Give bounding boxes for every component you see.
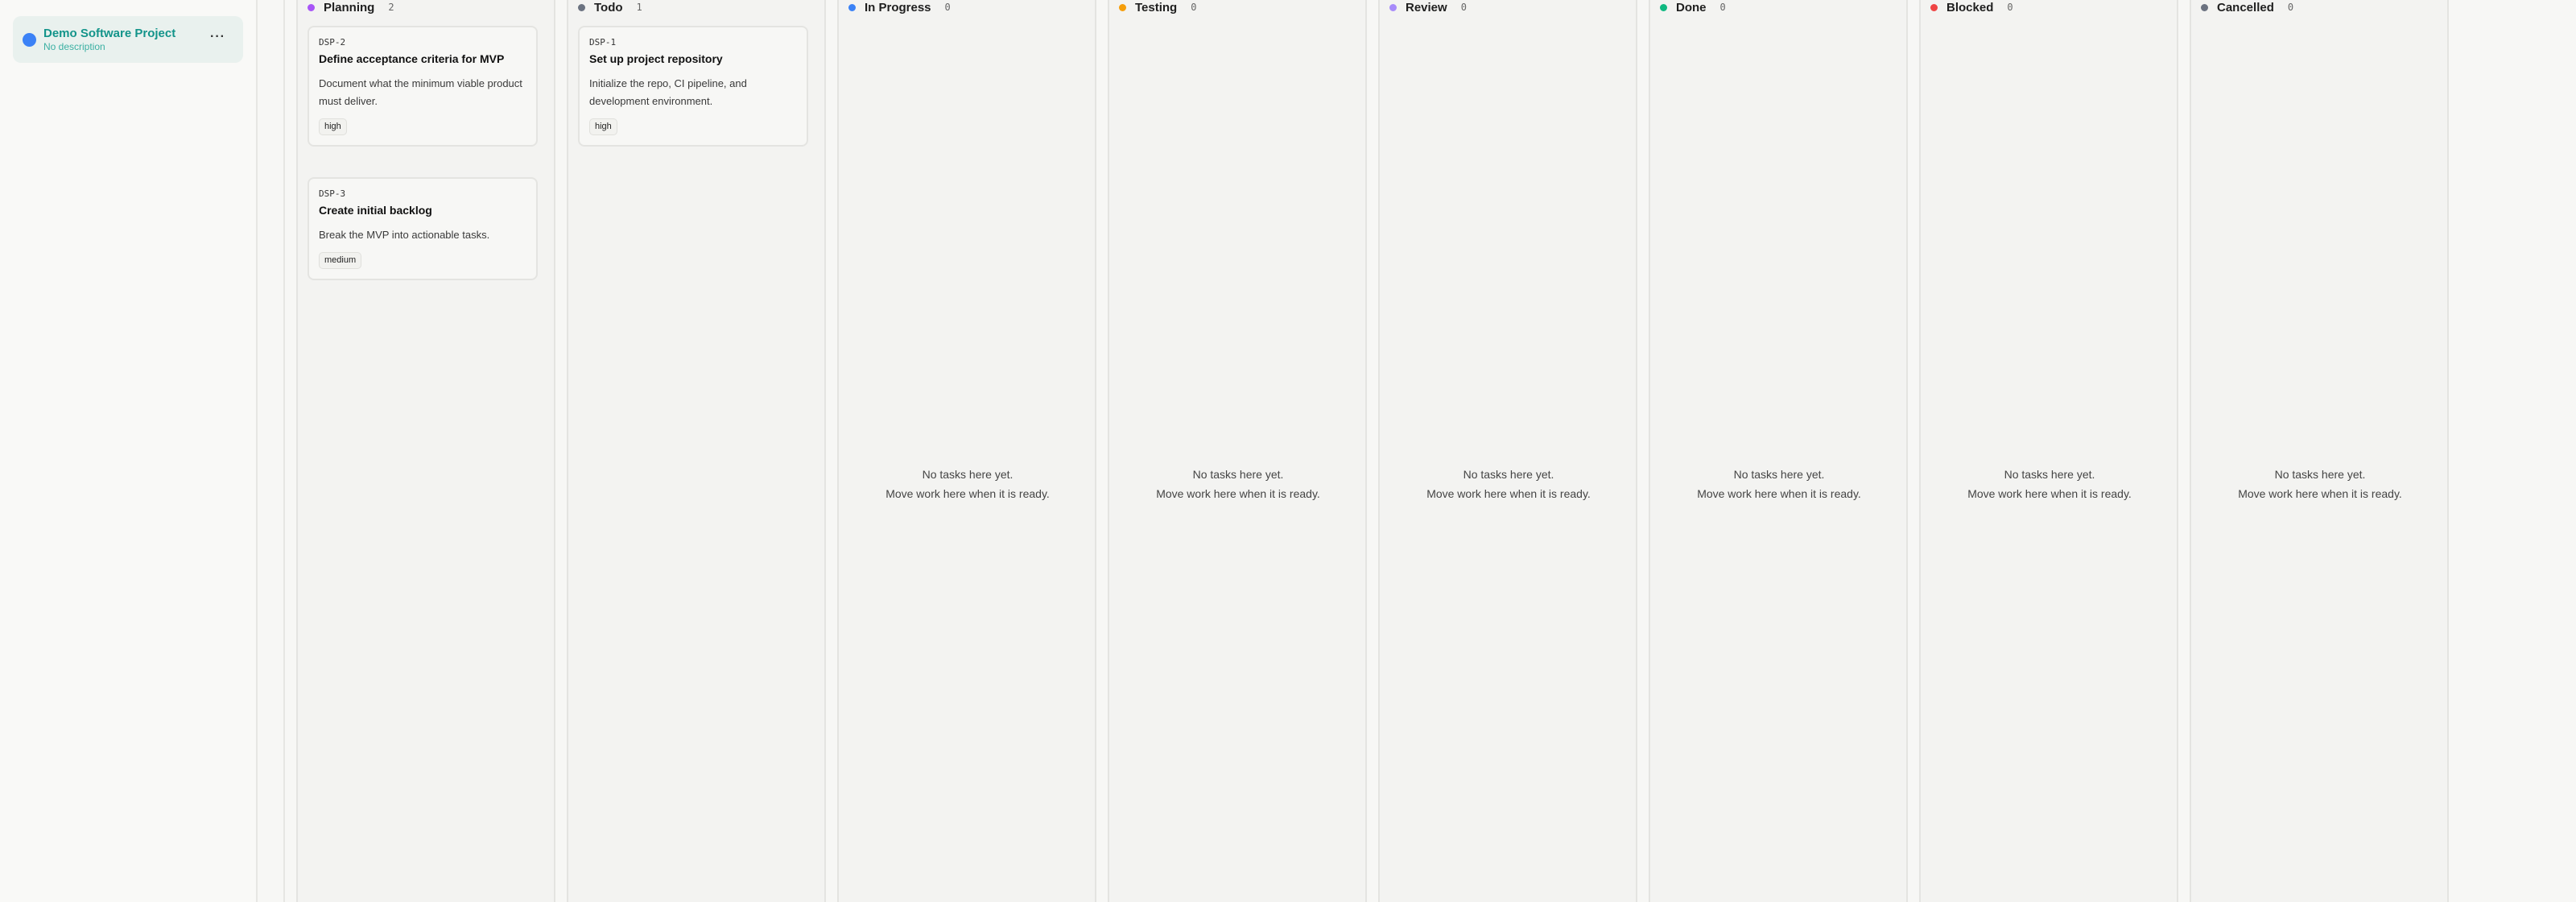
empty-state: No tasks here yet. Move work here when it…	[1921, 465, 2178, 503]
empty-state-line: No tasks here yet.	[1733, 468, 1825, 481]
task-description: Initialize the repo, CI pipeline, and de…	[589, 77, 747, 107]
priority-badge: high	[589, 118, 617, 135]
empty-state-line: No tasks here yet.	[2004, 468, 2095, 481]
empty-state: No tasks here yet. Move work here when it…	[1650, 465, 1908, 503]
task-description: Document what the minimum viable product…	[319, 77, 522, 107]
column-title: Done	[1676, 0, 1707, 14]
status-dot-icon	[848, 3, 856, 11]
column-count: 0	[2287, 2, 2294, 13]
task-title: Create initial backlog	[319, 204, 432, 217]
column-count: 0	[2007, 2, 2013, 13]
status-dot-icon	[2201, 3, 2208, 11]
column-title: Planning	[324, 0, 375, 14]
status-dot-icon	[1660, 3, 1667, 11]
empty-state-hint: Move work here when it is ready.	[2238, 487, 2402, 500]
column-count: 0	[944, 2, 951, 13]
column-count: 1	[636, 2, 642, 13]
column-header: Todo 1	[578, 0, 642, 14]
empty-state-hint: Move work here when it is ready.	[1967, 487, 2132, 500]
task-title: Define acceptance criteria for MVP	[319, 52, 505, 65]
column-title: Review	[1406, 0, 1447, 14]
task-key: DSP-1	[589, 37, 617, 48]
task-title: Set up project repository	[589, 52, 723, 65]
empty-state-hint: Move work here when it is ready.	[886, 487, 1050, 500]
kanban-board: Planning 2 DSP-2 Define acceptance criteria…	[0, 0, 2576, 902]
empty-state-line: No tasks here yet.	[1463, 468, 1554, 481]
empty-state-line: No tasks here yet.	[1192, 468, 1284, 481]
task-key: DSP-2	[319, 37, 346, 48]
task-key: DSP-3	[319, 188, 346, 199]
column-header: Cancelled 0	[2201, 0, 2293, 14]
status-dot-icon	[578, 3, 585, 11]
status-dot-icon	[1930, 3, 1938, 11]
column-title: Blocked	[1946, 0, 1994, 14]
column-planning[interactable]: Planning 2 DSP-2 Define acceptance criteria…	[285, 0, 555, 902]
task-card[interactable]: DSP-1 Set up project repository Initialize…	[578, 26, 808, 147]
column-header: Review 0	[1389, 0, 1467, 14]
column-title: Todo	[594, 0, 623, 14]
empty-state-hint: Move work here when it is ready.	[1156, 487, 1320, 500]
empty-state: No tasks here yet. Move work here when it…	[1380, 465, 1637, 503]
status-dot-icon	[308, 3, 315, 11]
app: Demo Software Project No description ···…	[0, 0, 2576, 902]
status-dot-icon	[1389, 3, 1397, 11]
column-cancelled[interactable]: Cancelled 0 No tasks here yet. Move work he…	[2178, 0, 2449, 902]
column-header: Planning 2	[308, 0, 394, 14]
column-done[interactable]: Done 0 No tasks here yet. Move work here wh…	[1637, 0, 1908, 902]
column-title: In Progress	[865, 0, 931, 14]
column-count: 2	[388, 2, 394, 13]
column-header: Blocked 0	[1930, 0, 2013, 14]
task-description: Break the MVP into actionable tasks.	[319, 229, 490, 241]
empty-state: No tasks here yet. Move work here when it…	[1109, 465, 1367, 503]
empty-state-hint: Move work here when it is ready.	[1697, 487, 1861, 500]
column-header: Done 0	[1660, 0, 1726, 14]
column-testing[interactable]: Testing 0 No tasks here yet. Move work here…	[1096, 0, 1367, 902]
column-blocked[interactable]: Blocked 0 No tasks here yet. Move work here…	[1908, 0, 2178, 902]
column-header: In Progress 0	[848, 0, 951, 14]
column-header: Testing 0	[1119, 0, 1196, 14]
column-count: 0	[1460, 2, 1467, 13]
column-todo[interactable]: Todo 1 DSP-1 Set up project repository Initi…	[555, 0, 826, 902]
empty-state: No tasks here yet. Move work here when it…	[839, 465, 1096, 503]
column-title: Cancelled	[2217, 0, 2274, 14]
empty-state-line: No tasks here yet.	[2274, 468, 2366, 481]
column-count: 0	[1191, 2, 1197, 13]
empty-state-hint: Move work here when it is ready.	[1426, 487, 1591, 500]
status-dot-icon	[1119, 3, 1126, 11]
column-title: Testing	[1135, 0, 1178, 14]
empty-state-line: No tasks here yet.	[922, 468, 1013, 481]
column-in-progress[interactable]: In Progress 0 No tasks here yet. Move work …	[826, 0, 1096, 902]
task-card[interactable]: DSP-3 Create initial backlog Break the MVP…	[308, 177, 538, 280]
priority-badge: medium	[319, 252, 362, 269]
task-card[interactable]: DSP-2 Define acceptance criteria for MVP D…	[308, 26, 538, 147]
empty-state: No tasks here yet. Move work here when it…	[2191, 465, 2449, 503]
column-review[interactable]: Review 0 No tasks here yet. Move work here …	[1367, 0, 1637, 902]
column-count: 0	[1719, 2, 1726, 13]
priority-badge: high	[319, 118, 347, 135]
